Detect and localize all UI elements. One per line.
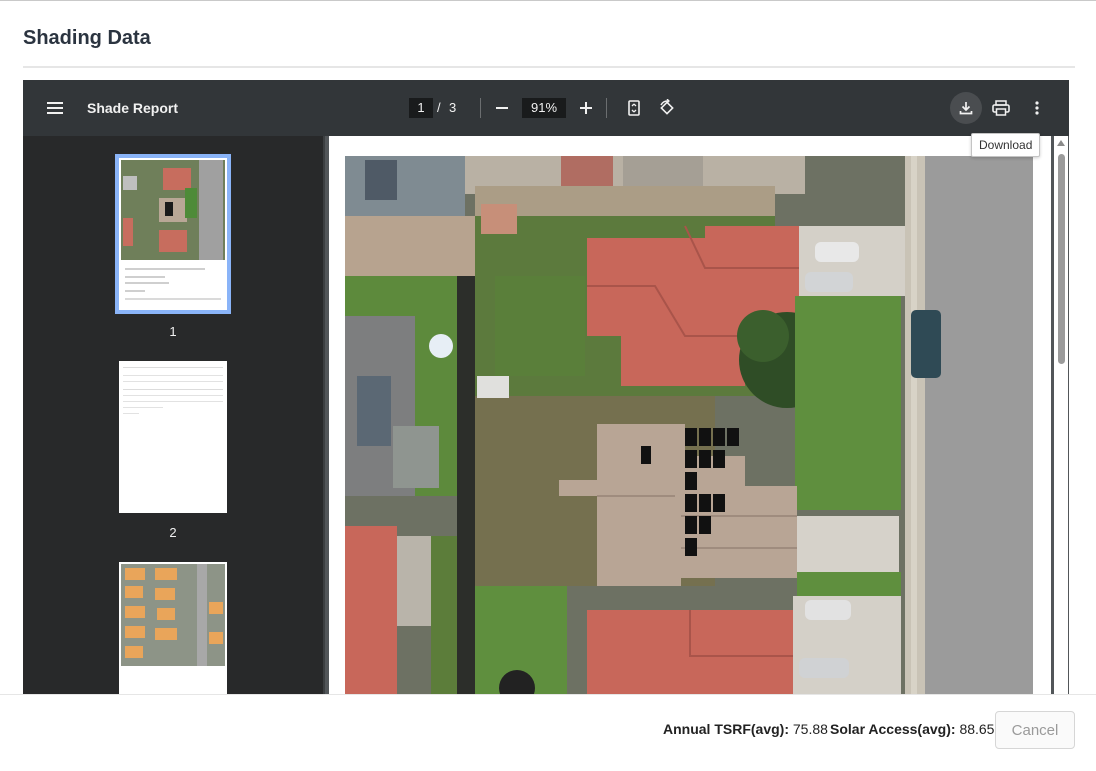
viewer-toolbar: Shade Report 1 / 3 91% <box>23 80 1069 136</box>
pdf-viewer: Shade Report 1 / 3 91% 1 2 <box>23 80 1069 694</box>
fit-page-icon[interactable] <box>622 96 646 120</box>
document-title: Shade Report <box>87 100 179 116</box>
tsrf-label: Annual TSRF(avg): <box>663 721 789 737</box>
toolbar-divider <box>606 98 607 118</box>
solar-access-stat: Solar Access(avg): 88.65 <box>830 721 994 737</box>
footer-divider <box>0 694 1096 695</box>
page-number-input[interactable]: 1 <box>409 98 433 118</box>
pdf-page-1 <box>329 136 1051 694</box>
scroll-thumb[interactable] <box>1058 154 1065 364</box>
rotate-icon[interactable] <box>655 96 679 120</box>
thumbnail-page-1[interactable] <box>115 154 231 314</box>
thumbnail-page-1-image <box>119 158 227 310</box>
menu-icon[interactable] <box>43 96 67 120</box>
shading-data-modal: Shading Data Shade Report 1 / 3 91% 1 2 … <box>0 0 1096 771</box>
document-pane <box>325 136 1069 694</box>
thumbnail-page-2[interactable] <box>119 361 227 513</box>
page-scrollbar[interactable] <box>1054 136 1068 694</box>
modal-title: Shading Data <box>23 27 151 49</box>
thumbnail-page-3-image <box>119 562 227 694</box>
more-options-icon[interactable] <box>1025 96 1049 120</box>
tsrf-value: 75.88 <box>792 721 828 737</box>
zoom-in-icon[interactable] <box>574 96 598 120</box>
aerial-shade-image <box>345 156 1033 694</box>
thumbnail-page-2-image <box>119 361 227 513</box>
page-total: 3 <box>449 100 457 115</box>
thumbnail-page-3[interactable] <box>119 562 227 694</box>
toolbar-divider <box>480 98 481 118</box>
solar-access-label: Solar Access(avg): <box>830 721 956 737</box>
cancel-button[interactable]: Cancel <box>995 711 1075 749</box>
page-separator: / <box>437 100 441 115</box>
zoom-input[interactable]: 91% <box>522 98 566 118</box>
solar-access-value: 88.65 <box>959 721 995 737</box>
thumbnail-number: 1 <box>169 324 177 339</box>
download-icon[interactable] <box>950 92 982 124</box>
tsrf-stat: Annual TSRF(avg): 75.88 <box>663 721 828 737</box>
scroll-up-icon[interactable] <box>1057 140 1065 146</box>
zoom-out-icon[interactable] <box>490 96 514 120</box>
thumbnail-sidebar: 1 2 <box>23 136 323 694</box>
print-icon[interactable] <box>989 96 1013 120</box>
title-divider <box>23 66 1075 68</box>
thumbnail-number: 2 <box>169 525 177 540</box>
download-tooltip: Download <box>971 133 1041 157</box>
